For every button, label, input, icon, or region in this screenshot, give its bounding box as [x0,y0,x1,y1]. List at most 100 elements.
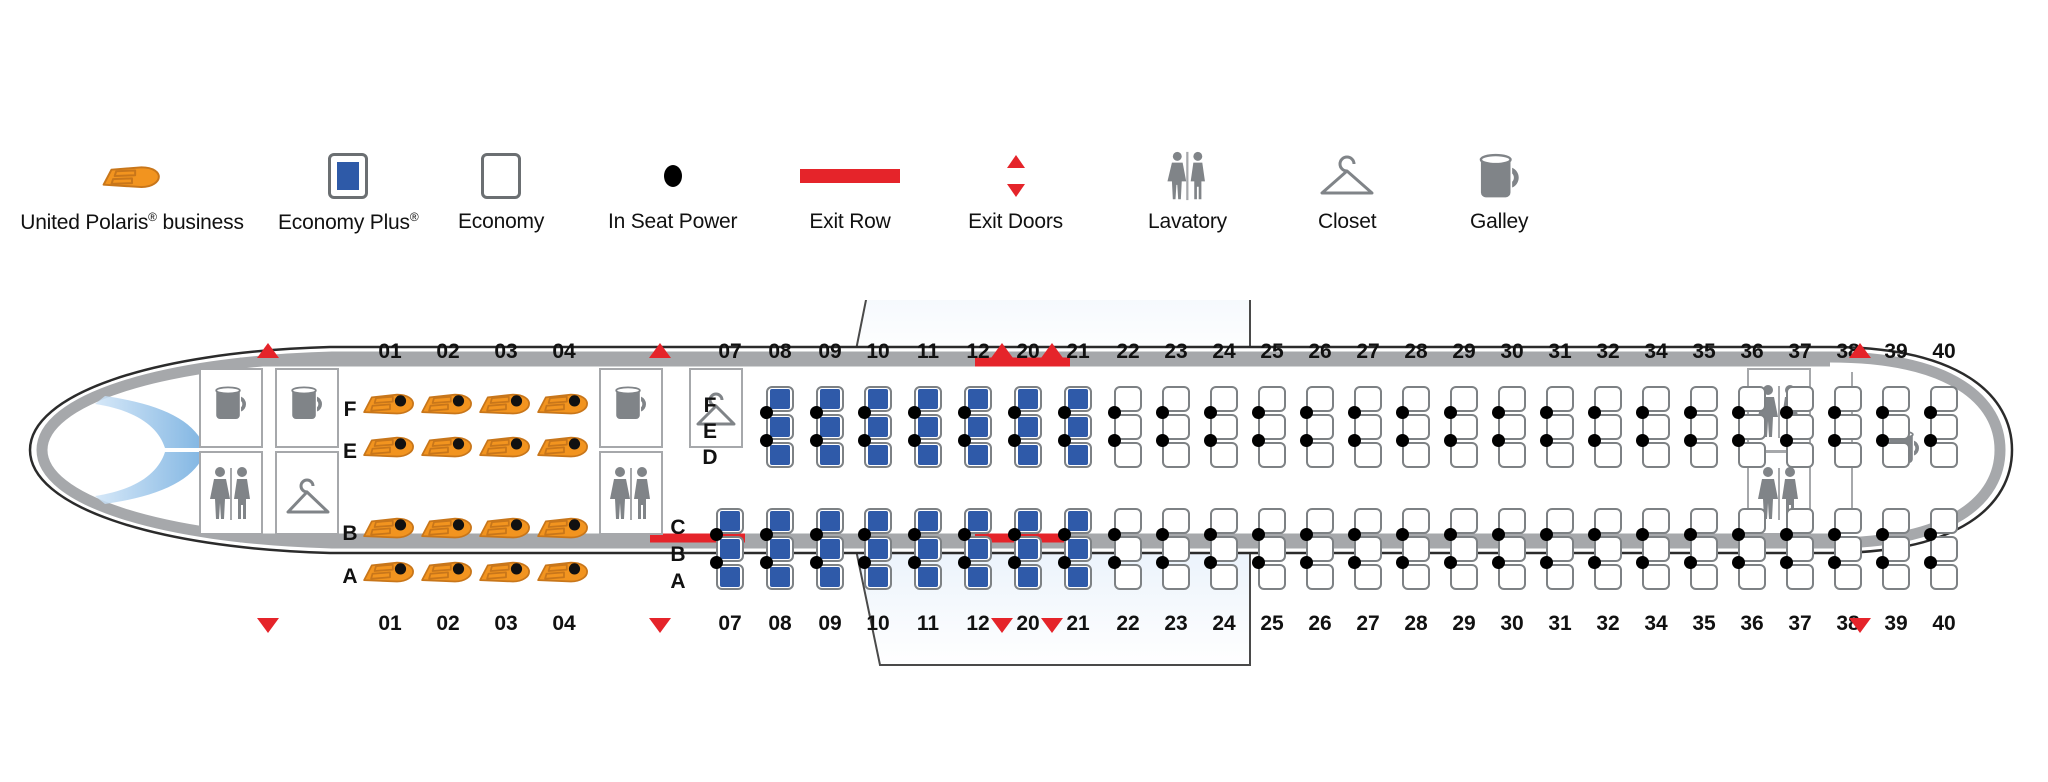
in-seat-power-icon [1636,406,1649,419]
in-seat-power-icon [1732,406,1745,419]
seat-20D[interactable] [1014,442,1042,468]
seat-39D[interactable] [1882,442,1910,468]
polaris-seat-04E[interactable] [536,431,592,461]
in-seat-power-icon [1058,434,1071,447]
polaris-seat-03F[interactable] [478,388,534,418]
in-seat-power-icon [1636,434,1649,447]
seat-20A[interactable] [1014,564,1042,590]
seat-22D[interactable] [1114,442,1142,468]
in-seat-power-icon [710,528,723,541]
polaris-seat-04B[interactable] [536,512,592,542]
seat-29A[interactable] [1450,564,1478,590]
seat-11A[interactable] [914,564,942,590]
seat-36A[interactable] [1738,564,1766,590]
polaris-seat-02F[interactable] [420,388,476,418]
seat-24A[interactable] [1210,564,1238,590]
seat-39A[interactable] [1882,564,1910,590]
seat-23D[interactable] [1162,442,1190,468]
in-seat-power-icon [1684,406,1697,419]
polaris-seat-01F[interactable] [362,388,418,418]
seat-40D[interactable] [1930,442,1958,468]
seat-23A[interactable] [1162,564,1190,590]
row-number-top-22: 22 [1116,340,1140,363]
polaris-seat-03B[interactable] [478,512,534,542]
polaris-pod-icon [537,436,588,458]
seat-21A[interactable] [1064,564,1092,590]
legend-label: Exit Doors [968,210,1063,233]
row-number-top-27: 27 [1356,340,1380,363]
seat-11D[interactable] [914,442,942,468]
seat-31D[interactable] [1546,442,1574,468]
legend-icon-wrap [1470,150,1528,202]
seat-35D[interactable] [1690,442,1718,468]
in-seat-power-icon [1924,556,1937,569]
seat-38D[interactable] [1834,442,1862,468]
polaris-seat-01E[interactable] [362,431,418,461]
nose-galley-2 [275,368,339,448]
in-seat-power-icon [810,556,823,569]
seat-31A[interactable] [1546,564,1574,590]
seat-08A[interactable] [766,564,794,590]
seat-22A[interactable] [1114,564,1142,590]
polaris-seat-01A[interactable] [362,556,418,586]
polaris-seat-02E[interactable] [420,431,476,461]
row-number-bottom-09: 09 [818,612,842,635]
seat-26D[interactable] [1306,442,1334,468]
seat-21D[interactable] [1064,442,1092,468]
polaris-seat-03A[interactable] [478,556,534,586]
polaris-pod-icon [363,436,414,458]
closet-icon [1320,155,1374,195]
seat-09A[interactable] [816,564,844,590]
row-number-bottom-26: 26 [1308,612,1332,635]
seat-35A[interactable] [1690,564,1718,590]
polaris-seat-01B[interactable] [362,512,418,542]
seat-28A[interactable] [1402,564,1430,590]
seat-letter-economy-bottom-C: C [670,516,686,539]
seat-40A[interactable] [1930,564,1958,590]
seat-28D[interactable] [1402,442,1430,468]
legend-icon-wrap [800,150,900,202]
row-number-bottom-04: 04 [552,612,576,635]
seat-08D[interactable] [766,442,794,468]
seat-10A[interactable] [864,564,892,590]
seat-10D[interactable] [864,442,892,468]
seat-27D[interactable] [1354,442,1382,468]
seat-32A[interactable] [1594,564,1622,590]
legend-item-exit-doors: Exit Doors [968,150,1063,234]
polaris-seat-04F[interactable] [536,388,592,418]
seat-12D[interactable] [964,442,992,468]
seat-09D[interactable] [816,442,844,468]
galley-icon [1479,153,1519,198]
seat-38A[interactable] [1834,564,1862,590]
seat-25A[interactable] [1258,564,1286,590]
in-seat-power-icon [1828,406,1841,419]
seat-30A[interactable] [1498,564,1526,590]
in-seat-power-icon [1108,528,1121,541]
row-number-top-23: 23 [1164,340,1188,363]
in-seat-power-icon [1876,434,1889,447]
seat-29D[interactable] [1450,442,1478,468]
polaris-seat-04A[interactable] [536,556,592,586]
seat-07A[interactable] [716,564,744,590]
seat-25D[interactable] [1258,442,1286,468]
row-number-top-35: 35 [1692,340,1716,363]
seat-32D[interactable] [1594,442,1622,468]
seat-30D[interactable] [1498,442,1526,468]
in-seat-power-icon [1108,556,1121,569]
row-number-top-09: 09 [818,340,842,363]
seat-24D[interactable] [1210,442,1238,468]
seat-37A[interactable] [1786,564,1814,590]
polaris-seat-02A[interactable] [420,556,476,586]
seat-26A[interactable] [1306,564,1334,590]
seat-34A[interactable] [1642,564,1670,590]
seat-27A[interactable] [1354,564,1382,590]
seat-36D[interactable] [1738,442,1766,468]
in-seat-power-icon [1780,528,1793,541]
polaris-seat-02B[interactable] [420,512,476,542]
seat-34D[interactable] [1642,442,1670,468]
seat-37D[interactable] [1786,442,1814,468]
polaris-seat-03E[interactable] [478,431,534,461]
seat-12A[interactable] [964,564,992,590]
polaris-pod-icon [479,436,530,458]
seat-letter-business-top-E: E [342,440,357,463]
